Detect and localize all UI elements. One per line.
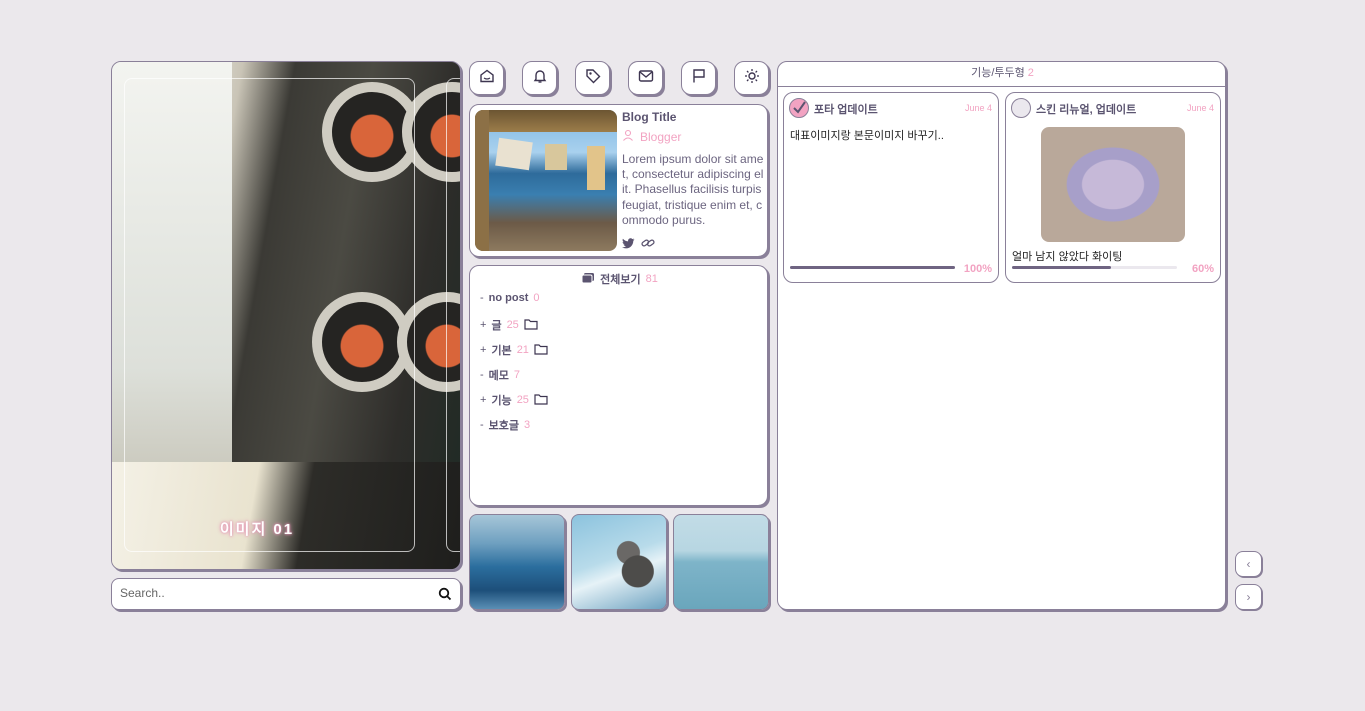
flag-button[interactable]	[681, 61, 716, 95]
todo-title: 포타 업데이트	[814, 104, 878, 116]
prev-button[interactable]: ‹	[1235, 551, 1262, 577]
todo-title: 스킨 리뉴얼, 업데이트	[1036, 104, 1137, 116]
category-header-label: 전체보기	[600, 274, 641, 286]
chevron-right-icon: ›	[1246, 590, 1251, 604]
board-count: 2	[1027, 67, 1034, 79]
blog-author[interactable]: Blogger	[622, 129, 681, 144]
todo-image	[1041, 127, 1185, 242]
chevron-left-icon: ‹	[1246, 557, 1251, 571]
gallery-photo[interactable]	[673, 514, 769, 610]
todo-card[interactable]: 포타 업데이트 June 4 대표이미지랑 본문이미지 바꾸기.. 100%	[783, 92, 999, 283]
category-toggle[interactable]: -	[480, 369, 484, 381]
todo-checkbox[interactable]	[789, 98, 809, 118]
todo-progress-label: 60%	[1191, 263, 1214, 275]
category-toggle[interactable]: +	[480, 344, 486, 356]
todo-progress-fill	[790, 266, 955, 269]
category-header-count: 81	[645, 273, 658, 285]
hero-frame	[124, 78, 415, 552]
flag-icon	[691, 68, 707, 89]
home-icon	[479, 68, 495, 89]
todo-date: June 4	[964, 103, 992, 113]
todo-progress-bar	[790, 266, 955, 269]
board-header: 기능/투두형 2	[778, 62, 1227, 87]
tag-button[interactable]	[575, 61, 610, 95]
category-count: 25	[516, 394, 529, 406]
theme-button[interactable]	[734, 61, 769, 95]
blog-author-name: Blogger	[640, 129, 682, 144]
check-icon	[793, 101, 806, 114]
next-button[interactable]: ›	[1235, 584, 1262, 610]
notification-button[interactable]	[522, 61, 557, 95]
category-toggle[interactable]: -	[480, 292, 484, 304]
category-count: 0	[533, 292, 540, 304]
category-list: 전체보기 81 - no post 0 + 글 25 + 기본 21- 메모 7 + 기능 25- 보호글 3	[469, 265, 768, 506]
blog-description: Lorem ipsum dolor sit amet, consectetur …	[622, 152, 764, 227]
gallery-photo[interactable]	[469, 514, 565, 610]
hero-frame-next	[446, 78, 460, 552]
category-label: 기본	[491, 345, 512, 357]
user-icon	[622, 129, 634, 144]
category-toggle[interactable]: +	[480, 319, 486, 331]
folder-icon	[534, 393, 548, 408]
category-item[interactable]: + 기능 25	[480, 392, 548, 408]
board-title: 기능/투두형	[971, 67, 1025, 79]
category-toggle[interactable]: -	[480, 419, 484, 431]
mail-button[interactable]	[628, 61, 663, 95]
search-input[interactable]	[120, 586, 420, 600]
category-item[interactable]: - 보호글 3	[480, 417, 530, 433]
category-label: 글	[491, 320, 502, 332]
category-header[interactable]: 전체보기 81	[470, 271, 769, 287]
folder-icon	[524, 318, 538, 333]
blog-profile-card: Blog Title Blogger Lorem ipsum dolor sit…	[469, 104, 768, 257]
hero-caption: 이미지 01	[219, 521, 295, 538]
folders-icon	[581, 272, 595, 287]
todo-progress-fill	[1012, 266, 1111, 269]
todo-progress-label: 100%	[963, 263, 992, 275]
link-icon[interactable]	[641, 236, 655, 254]
category-count: 25	[506, 319, 519, 331]
home-button[interactable]	[469, 61, 504, 95]
category-item[interactable]: - no post 0	[480, 292, 540, 304]
category-item[interactable]: - 메모 7	[480, 367, 520, 383]
blog-thumbnail	[475, 110, 617, 251]
category-count: 21	[516, 344, 529, 356]
todo-date: June 4	[1186, 103, 1214, 113]
category-label: 보호글	[488, 420, 520, 432]
sun-icon	[744, 68, 760, 89]
social-links	[622, 236, 655, 254]
category-item[interactable]: + 기본 21	[480, 342, 548, 358]
search-icon[interactable]	[438, 587, 452, 606]
twitter-icon[interactable]	[622, 236, 635, 254]
hero-image: 이미지 01	[111, 61, 461, 570]
category-item[interactable]: + 글 25	[480, 317, 538, 333]
todo-body: 대표이미지랑 본문이미지 바꾸기..	[790, 130, 944, 142]
category-toggle[interactable]: +	[480, 394, 486, 406]
mail-icon	[638, 68, 654, 89]
bell-icon	[532, 68, 548, 89]
blog-title[interactable]: Blog Title	[622, 110, 676, 124]
todo-progress-bar	[1012, 266, 1177, 269]
category-count: 3	[524, 419, 531, 431]
search-box	[111, 578, 461, 610]
todo-checkbox[interactable]	[1011, 98, 1031, 118]
category-count: 7	[513, 369, 521, 381]
tag-icon	[585, 68, 601, 89]
gallery-photo[interactable]	[571, 514, 667, 610]
category-label: no post	[488, 292, 529, 304]
folder-icon	[534, 343, 548, 358]
todo-card[interactable]: 스킨 리뉴얼, 업데이트 June 4 얼마 남지 않았다 화이팅 60%	[1005, 92, 1221, 283]
category-label: 기능	[491, 395, 512, 407]
todo-body: 얼마 남지 않았다 화이팅	[1012, 251, 1123, 263]
category-label: 메모	[488, 370, 509, 382]
